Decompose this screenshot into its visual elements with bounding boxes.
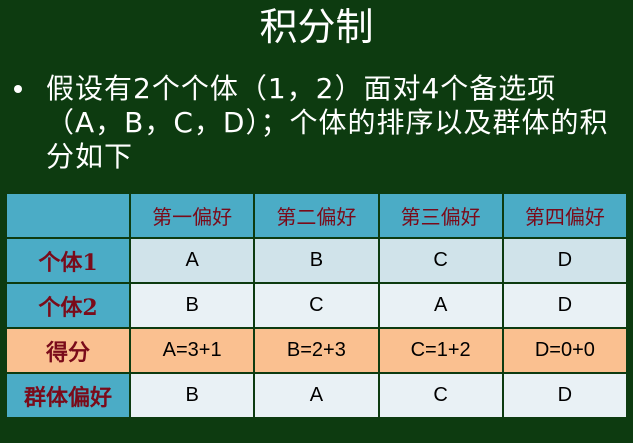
table-cell: D [503,239,626,282]
row-header-individual-1: 个体1 [7,239,129,282]
slide-title: 积分制 [259,5,374,49]
table-header-row: 第一偏好 第二偏好 第三偏好 第四偏好 [7,194,626,237]
table-corner-cell [7,194,129,237]
table-cell: D [503,374,626,417]
column-header-second-preference: 第二偏好 [255,194,378,237]
row-header-individual-2: 个体2 [7,284,129,327]
table-cell: D [503,284,626,327]
column-header-first-preference: 第一偏好 [131,194,254,237]
column-header-third-preference: 第三偏好 [379,194,502,237]
preference-table: 第一偏好 第二偏好 第三偏好 第四偏好 个体1 A B C D 个体2 B C … [5,192,628,419]
table-row-group-preference: 群体偏好 B A C D [7,374,626,417]
row-header-score: 得分 [7,329,129,372]
table-cell: A [379,284,502,327]
table-cell: B [255,239,378,282]
bullet-point: 假设有2个个体（1，2）面对4个备选项（A，B，C，D）；个体的排序以及群体的积… [14,72,614,174]
table-cell: D=0+0 [503,329,626,372]
table-cell: A [131,239,254,282]
table-cell: B [131,374,254,417]
column-header-fourth-preference: 第四偏好 [503,194,626,237]
table-cell: C [255,284,378,327]
table-row-individual-1: 个体1 A B C D [7,239,626,282]
row-header-group-preference: 群体偏好 [7,374,129,417]
bullet-text: 假设有2个个体（1，2）面对4个备选项（A，B，C，D）；个体的排序以及群体的积… [46,72,609,173]
table-row-score: 得分 A=3+1 B=2+3 C=1+2 D=0+0 [7,329,626,372]
table-cell: A [255,374,378,417]
table-cell: B [131,284,254,327]
table-cell: A=3+1 [131,329,254,372]
table-row-individual-2: 个体2 B C A D [7,284,626,327]
bullet-dot-icon [14,85,22,93]
table-cell: B=2+3 [255,329,378,372]
table-cell: C [379,239,502,282]
table-cell: C [379,374,502,417]
table-cell: C=1+2 [379,329,502,372]
